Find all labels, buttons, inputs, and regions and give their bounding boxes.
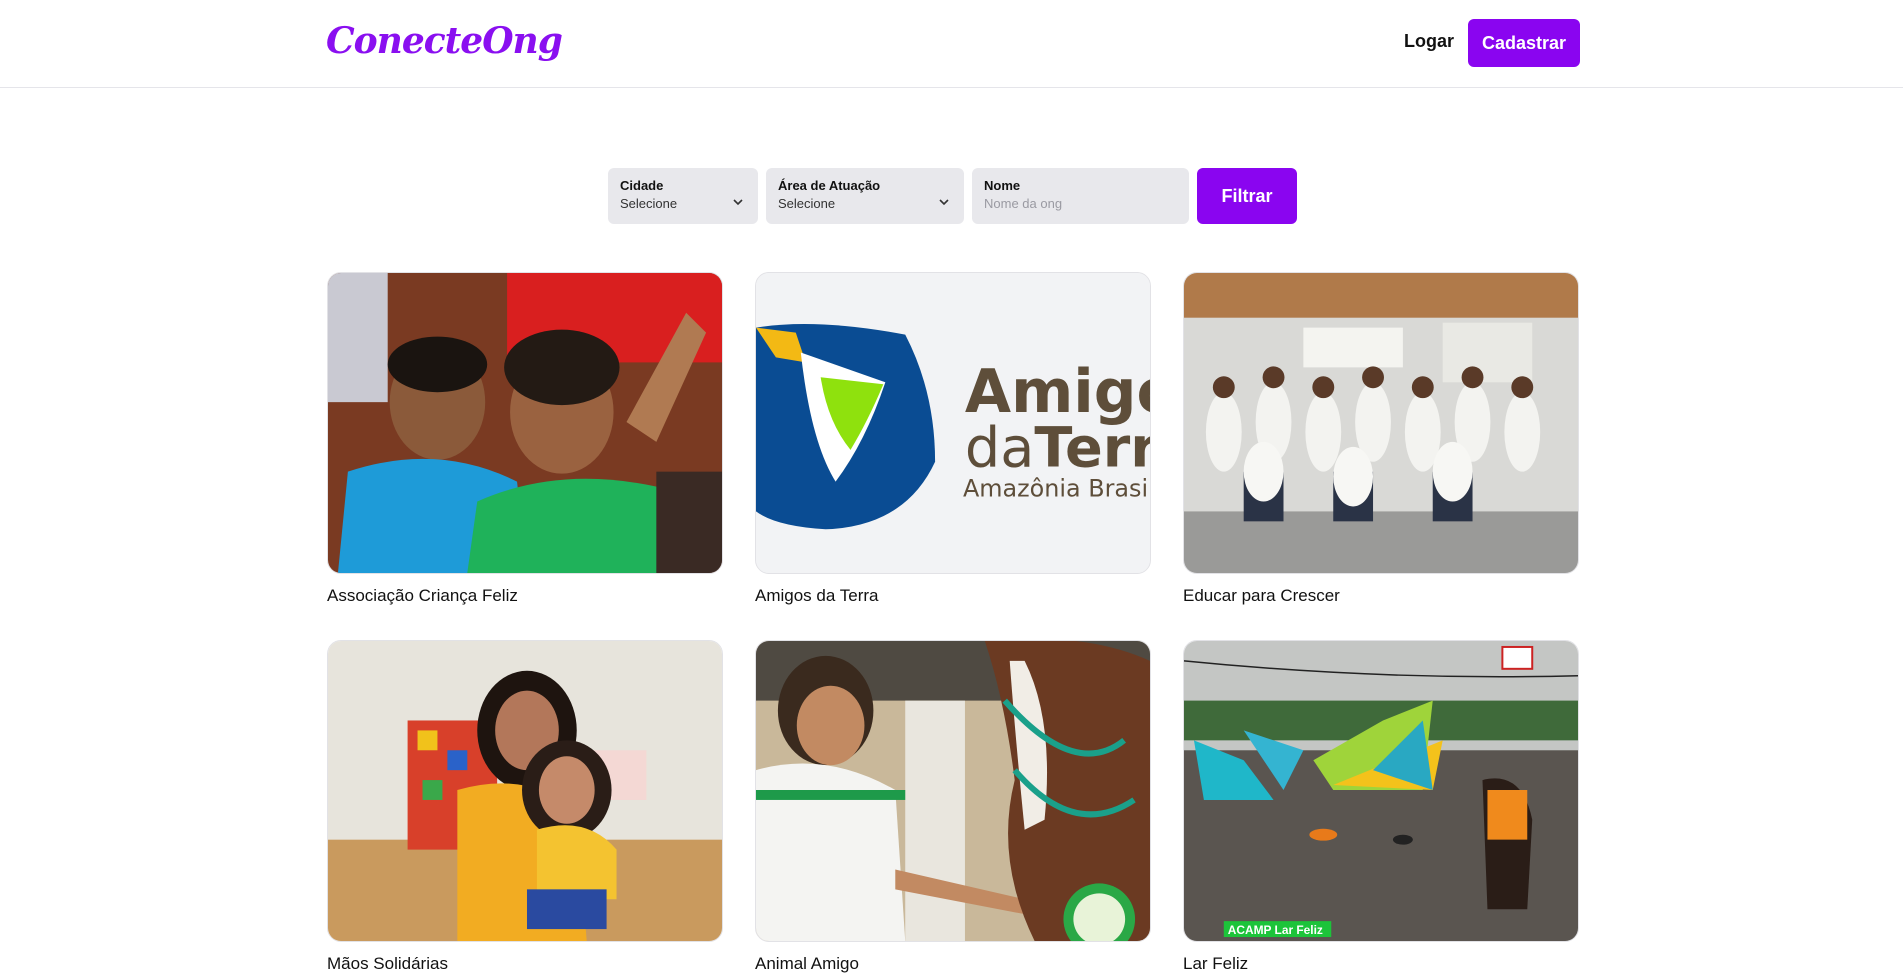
name-field-input[interactable]: Nome da ong xyxy=(984,196,1177,211)
ong-card-name: Educar para Crescer xyxy=(1183,586,1340,605)
ong-card-name: Mãos Solidárias xyxy=(327,954,448,973)
ong-card[interactable]: Animal Amigo xyxy=(755,640,1151,974)
brand-logo[interactable]: ConecteOng xyxy=(326,20,563,62)
city-select[interactable]: Cidade Selecione xyxy=(608,168,758,224)
area-select[interactable]: Área de Atuação Selecione xyxy=(766,168,964,224)
ong-card-image[interactable]: ACAMP Lar Feliz xyxy=(1183,640,1579,942)
svg-text:daTerra: daTerra xyxy=(965,416,1150,481)
signup-button[interactable]: Cadastrar xyxy=(1468,19,1580,67)
amigos-logo-line2b: Terra xyxy=(1034,416,1150,481)
ong-card[interactable]: Educar para Crescer xyxy=(1183,272,1579,606)
ong-card-name: Animal Amigo xyxy=(755,954,859,973)
ong-card-name: Associação Criança Feliz xyxy=(327,586,518,605)
area-select-label: Área de Atuação xyxy=(778,178,881,193)
ong-card-image[interactable]: Amigo daTerra Amazônia Brasile xyxy=(755,272,1151,574)
area-select-value: Selecione xyxy=(778,196,836,211)
filter-button[interactable]: Filtrar xyxy=(1197,168,1297,224)
ong-card[interactable]: ACAMP Lar Feliz Lar Feliz xyxy=(1183,640,1579,974)
chevron-down-icon xyxy=(939,199,949,206)
ong-card-image[interactable] xyxy=(1183,272,1579,574)
login-link[interactable]: Logar xyxy=(1404,31,1454,52)
ong-card[interactable]: Amigo daTerra Amazônia Brasile Amigos da… xyxy=(755,272,1151,606)
top-navbar: ConecteOng Logar Cadastrar xyxy=(0,0,1903,88)
lar-feliz-overlay-text: ACAMP Lar Feliz xyxy=(1228,923,1323,937)
amigos-logo-line2a: da xyxy=(965,416,1034,481)
city-select-label: Cidade xyxy=(620,178,664,193)
ong-card-image[interactable] xyxy=(755,640,1151,942)
city-select-value: Selecione xyxy=(620,196,678,211)
chevron-down-icon xyxy=(733,199,743,206)
name-search-field[interactable]: Nome Nome da ong xyxy=(972,168,1189,224)
ong-card-name: Amigos da Terra xyxy=(755,586,879,605)
ong-card-name: Lar Feliz xyxy=(1183,954,1249,973)
ong-card[interactable]: Associação Criança Feliz xyxy=(327,272,723,606)
name-field-label: Nome xyxy=(984,178,1021,193)
amigos-logo-line3: Amazônia Brasile xyxy=(963,475,1150,503)
ong-card[interactable]: Mãos Solidárias xyxy=(327,640,723,974)
ong-card-image[interactable] xyxy=(327,640,723,942)
ong-card-image[interactable] xyxy=(327,272,723,574)
